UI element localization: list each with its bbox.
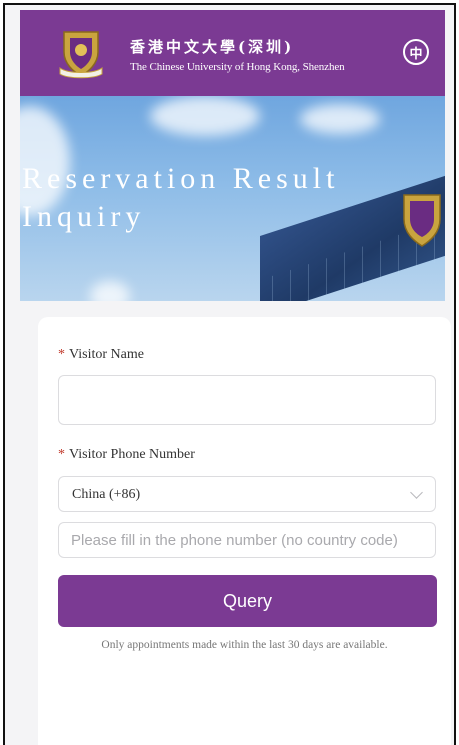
brand-title-en: The Chinese University of Hong Kong, She… (130, 61, 345, 73)
brand-block: 香港中文大學(深圳) The Chinese University of Hon… (130, 36, 345, 73)
chevron-down-icon (410, 486, 423, 499)
cloud-decoration (90, 281, 130, 301)
visitor-phone-label: * Visitor Phone Number (58, 447, 195, 463)
page-title: Reservation Result Inquiry (22, 162, 340, 233)
cloud-decoration (150, 96, 260, 136)
cloud-decoration (300, 104, 380, 134)
visitor-phone-label-text: Visitor Phone Number (69, 447, 195, 462)
language-toggle-button[interactable]: 中 (403, 39, 429, 65)
inquiry-form: * Visitor Name * Visitor Phone Number Chin… (38, 317, 451, 745)
query-button[interactable]: Query (58, 575, 437, 627)
visitor-name-input[interactable] (58, 375, 436, 425)
cuhk-crest-logo[interactable] (58, 28, 104, 80)
visitor-name-label: * Visitor Name (58, 347, 144, 363)
hero-banner: Reservation Result Inquiry (20, 96, 445, 301)
phone-field-wrapper (58, 522, 436, 558)
availability-note: Only appointments made within the last 3… (101, 639, 388, 651)
required-marker: * (58, 347, 65, 362)
site-header: 香港中文大學(深圳) The Chinese University of Hon… (20, 10, 445, 96)
brand-title-cn: 香港中文大學(深圳) (130, 38, 295, 56)
phone-number-input[interactable] (71, 523, 431, 557)
phone-frame: 香港中文大學(深圳) The Chinese University of Hon… (3, 3, 456, 745)
country-code-select[interactable]: China (+86) (58, 476, 436, 512)
required-marker: * (58, 447, 65, 462)
country-code-value: China (+86) (72, 487, 141, 502)
visitor-name-label-text: Visitor Name (69, 347, 144, 362)
